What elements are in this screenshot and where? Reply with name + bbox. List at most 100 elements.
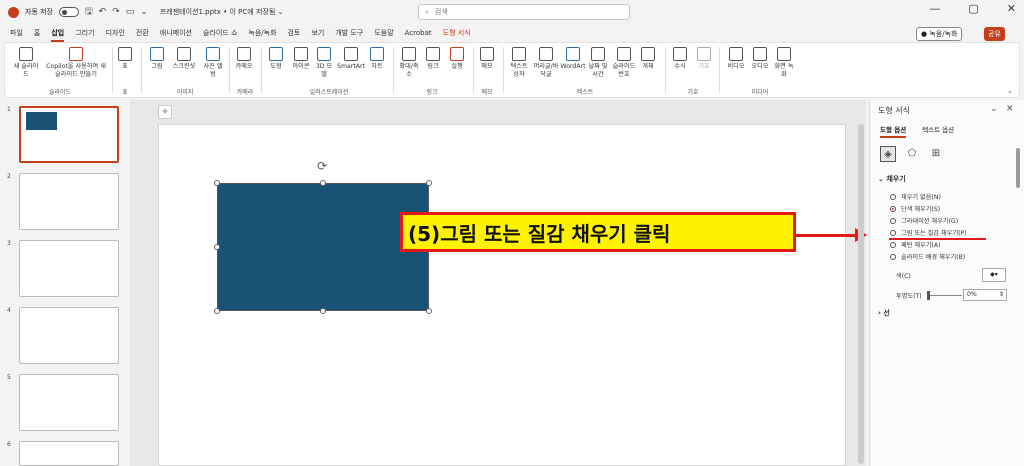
record-button[interactable]: ● 녹음/녹화 [916, 27, 963, 41]
fill-line-icon[interactable]: ◈ [880, 146, 896, 162]
screenshot-button[interactable]: 스크린샷 [171, 47, 197, 71]
selected-rectangle-shape[interactable] [217, 183, 429, 311]
textbox-button[interactable]: 텍스트 상자 [507, 47, 531, 79]
slide-number-button[interactable]: 슬라이드 번호 [611, 47, 637, 79]
comment-button[interactable]: 메모 [477, 47, 497, 71]
share-button[interactable]: 공유 [984, 27, 1005, 41]
resize-handle[interactable] [320, 308, 326, 314]
tab-record[interactable]: 녹음/녹화 [248, 28, 276, 38]
comment-label: 메모 [481, 63, 493, 70]
size-properties-icon[interactable]: ⊞ [928, 146, 944, 162]
tab-review[interactable]: 검토 [288, 28, 301, 38]
slide-thumbnail-3[interactable] [19, 240, 119, 297]
tab-animations[interactable]: 애니메이션 [160, 28, 192, 38]
pictures-button[interactable]: 그림 [147, 47, 167, 71]
wordart-button[interactable]: WordArt [560, 47, 586, 71]
autosave-toggle[interactable] [59, 7, 79, 17]
close-icon[interactable]: ✕ [1007, 2, 1016, 15]
pane-options-icon[interactable]: ⌄ [990, 104, 998, 114]
transparency-value: 0% [967, 291, 977, 298]
tab-shape-options[interactable]: 도형 옵션 [880, 124, 907, 138]
undo-icon[interactable]: ↶ [99, 7, 107, 17]
tab-draw[interactable]: 그리기 [75, 28, 94, 38]
shapes-button[interactable]: 도형 [265, 47, 287, 71]
fill-option-gradient[interactable]: 그라데이션 채우기(G) [890, 216, 958, 225]
screen-recording-button[interactable]: 화면 녹화 [773, 47, 795, 79]
color-picker-button[interactable]: ◆▾ [982, 268, 1006, 282]
chart-button[interactable]: 차트 [367, 47, 387, 71]
fill-option-none[interactable]: 채우기 없음(N) [890, 192, 941, 201]
video-button[interactable]: 비디오 [725, 47, 747, 71]
slide-number-label: 슬라이드 번호 [612, 63, 636, 78]
resize-handle[interactable] [320, 180, 326, 186]
slide-canvas[interactable]: ⟳ [158, 124, 846, 466]
fill-option-picture-texture[interactable]: 그림 또는 질감 채우기(P) [890, 228, 967, 237]
resize-handle[interactable] [426, 180, 432, 186]
fill-section-header[interactable]: ⌄ 채우기 [878, 174, 906, 184]
tab-text-options[interactable]: 텍스트 옵션 [922, 124, 954, 138]
document-title[interactable]: 프레젠테이션1.pptx • 이 PC에 저장됨 ⌄ [160, 7, 284, 17]
save-icon[interactable]: 🖫 [85, 4, 93, 20]
slide-thumbnail-6[interactable] [19, 441, 119, 466]
radio-icon [890, 193, 896, 200]
fill-option-pattern[interactable]: 패턴 채우기(A) [890, 240, 941, 249]
resize-handle[interactable] [426, 308, 432, 314]
tab-transitions[interactable]: 전환 [136, 28, 149, 38]
tab-home[interactable]: 홈 [34, 28, 40, 38]
tab-slideshow[interactable]: 슬라이드 쇼 [203, 28, 237, 38]
fill-option-label: 슬라이드 배경 채우기(B) [901, 254, 966, 261]
customize-qat-icon[interactable]: ⌄ [140, 7, 148, 17]
resize-handle[interactable] [214, 244, 220, 250]
slide-thumbnail-5[interactable] [19, 374, 119, 431]
search-input[interactable]: ⌕ 검색 [418, 4, 630, 20]
tab-help[interactable]: 도움말 [374, 28, 393, 38]
zoom-button[interactable]: 확대/축소 [397, 47, 421, 79]
audio-button[interactable]: 오디오 [749, 47, 771, 71]
icons-button[interactable]: 아이콘 [289, 47, 313, 71]
spinner-icon[interactable]: ⇕ [999, 290, 1006, 300]
slide-thumbnail-4[interactable] [19, 307, 119, 364]
minimize-icon[interactable]: — [929, 2, 940, 15]
tab-developer[interactable]: 개발 도구 [335, 28, 363, 38]
tab-acrobat[interactable]: Acrobat [405, 29, 432, 37]
fill-option-label: 그림 또는 질감 채우기(P) [901, 230, 967, 237]
smartart-button[interactable]: SmartArt [337, 47, 365, 71]
action-button[interactable]: 실행 [447, 47, 467, 71]
object-button[interactable]: 개체 [639, 47, 657, 71]
date-time-button[interactable]: 날짜 및 시간 [587, 47, 609, 79]
equation-button[interactable]: 수식 [671, 47, 689, 71]
copilot-new-slide-button[interactable]: Copilot을 사용하여 새 슬라이드 만들기 [43, 47, 109, 79]
present-icon[interactable]: ▭ [126, 7, 135, 17]
3d-models-button[interactable]: 3D 모델 [315, 47, 333, 79]
pane-scrollbar[interactable] [1016, 148, 1020, 188]
pane-close-icon[interactable]: ✕ [1006, 104, 1014, 114]
slide-thumbnail-1[interactable] [19, 106, 119, 163]
tab-view[interactable]: 보기 [311, 28, 324, 38]
resize-handle[interactable] [214, 180, 220, 186]
table-button[interactable]: 표 [117, 47, 133, 71]
resize-handle[interactable] [214, 308, 220, 314]
link-button[interactable]: 링크 [423, 47, 443, 71]
effects-pentagon-icon[interactable]: ⬠ [904, 146, 920, 162]
tab-file[interactable]: 파일 [10, 28, 23, 38]
transparency-slider-thumb[interactable] [927, 291, 930, 300]
transparency-input[interactable]: 0% ⇕ [963, 289, 1007, 301]
fill-option-slide-background[interactable]: 슬라이드 배경 채우기(B) [890, 252, 965, 261]
rotate-handle-icon[interactable]: ⟳ [317, 159, 327, 173]
tab-shape-format[interactable]: 도형 서식 [443, 28, 471, 38]
symbol-button[interactable]: 기호 [695, 47, 713, 71]
designer-icon[interactable]: ✧ [158, 105, 172, 119]
tab-insert[interactable]: 삽입 [51, 28, 64, 42]
photo-album-button[interactable]: 사진 앨범 [201, 47, 225, 79]
tab-design[interactable]: 디자인 [106, 28, 125, 38]
redo-icon[interactable]: ↷ [112, 7, 120, 17]
cameo-button[interactable]: 카메오 [233, 47, 255, 71]
new-slide-button[interactable]: 새 슬라이드 [11, 47, 41, 79]
line-section-header[interactable]: › 선 [878, 308, 890, 318]
fill-option-solid[interactable]: 단색 채우기(S) [890, 204, 940, 213]
vertical-scrollbar[interactable] [858, 124, 864, 464]
maximize-icon[interactable]: ▢ [968, 2, 978, 15]
slide-thumbnail-2[interactable] [19, 173, 119, 230]
header-footer-button[interactable]: 머리글/바닥글 [533, 47, 559, 79]
collapse-ribbon-icon[interactable]: ⌄ [1007, 87, 1013, 95]
